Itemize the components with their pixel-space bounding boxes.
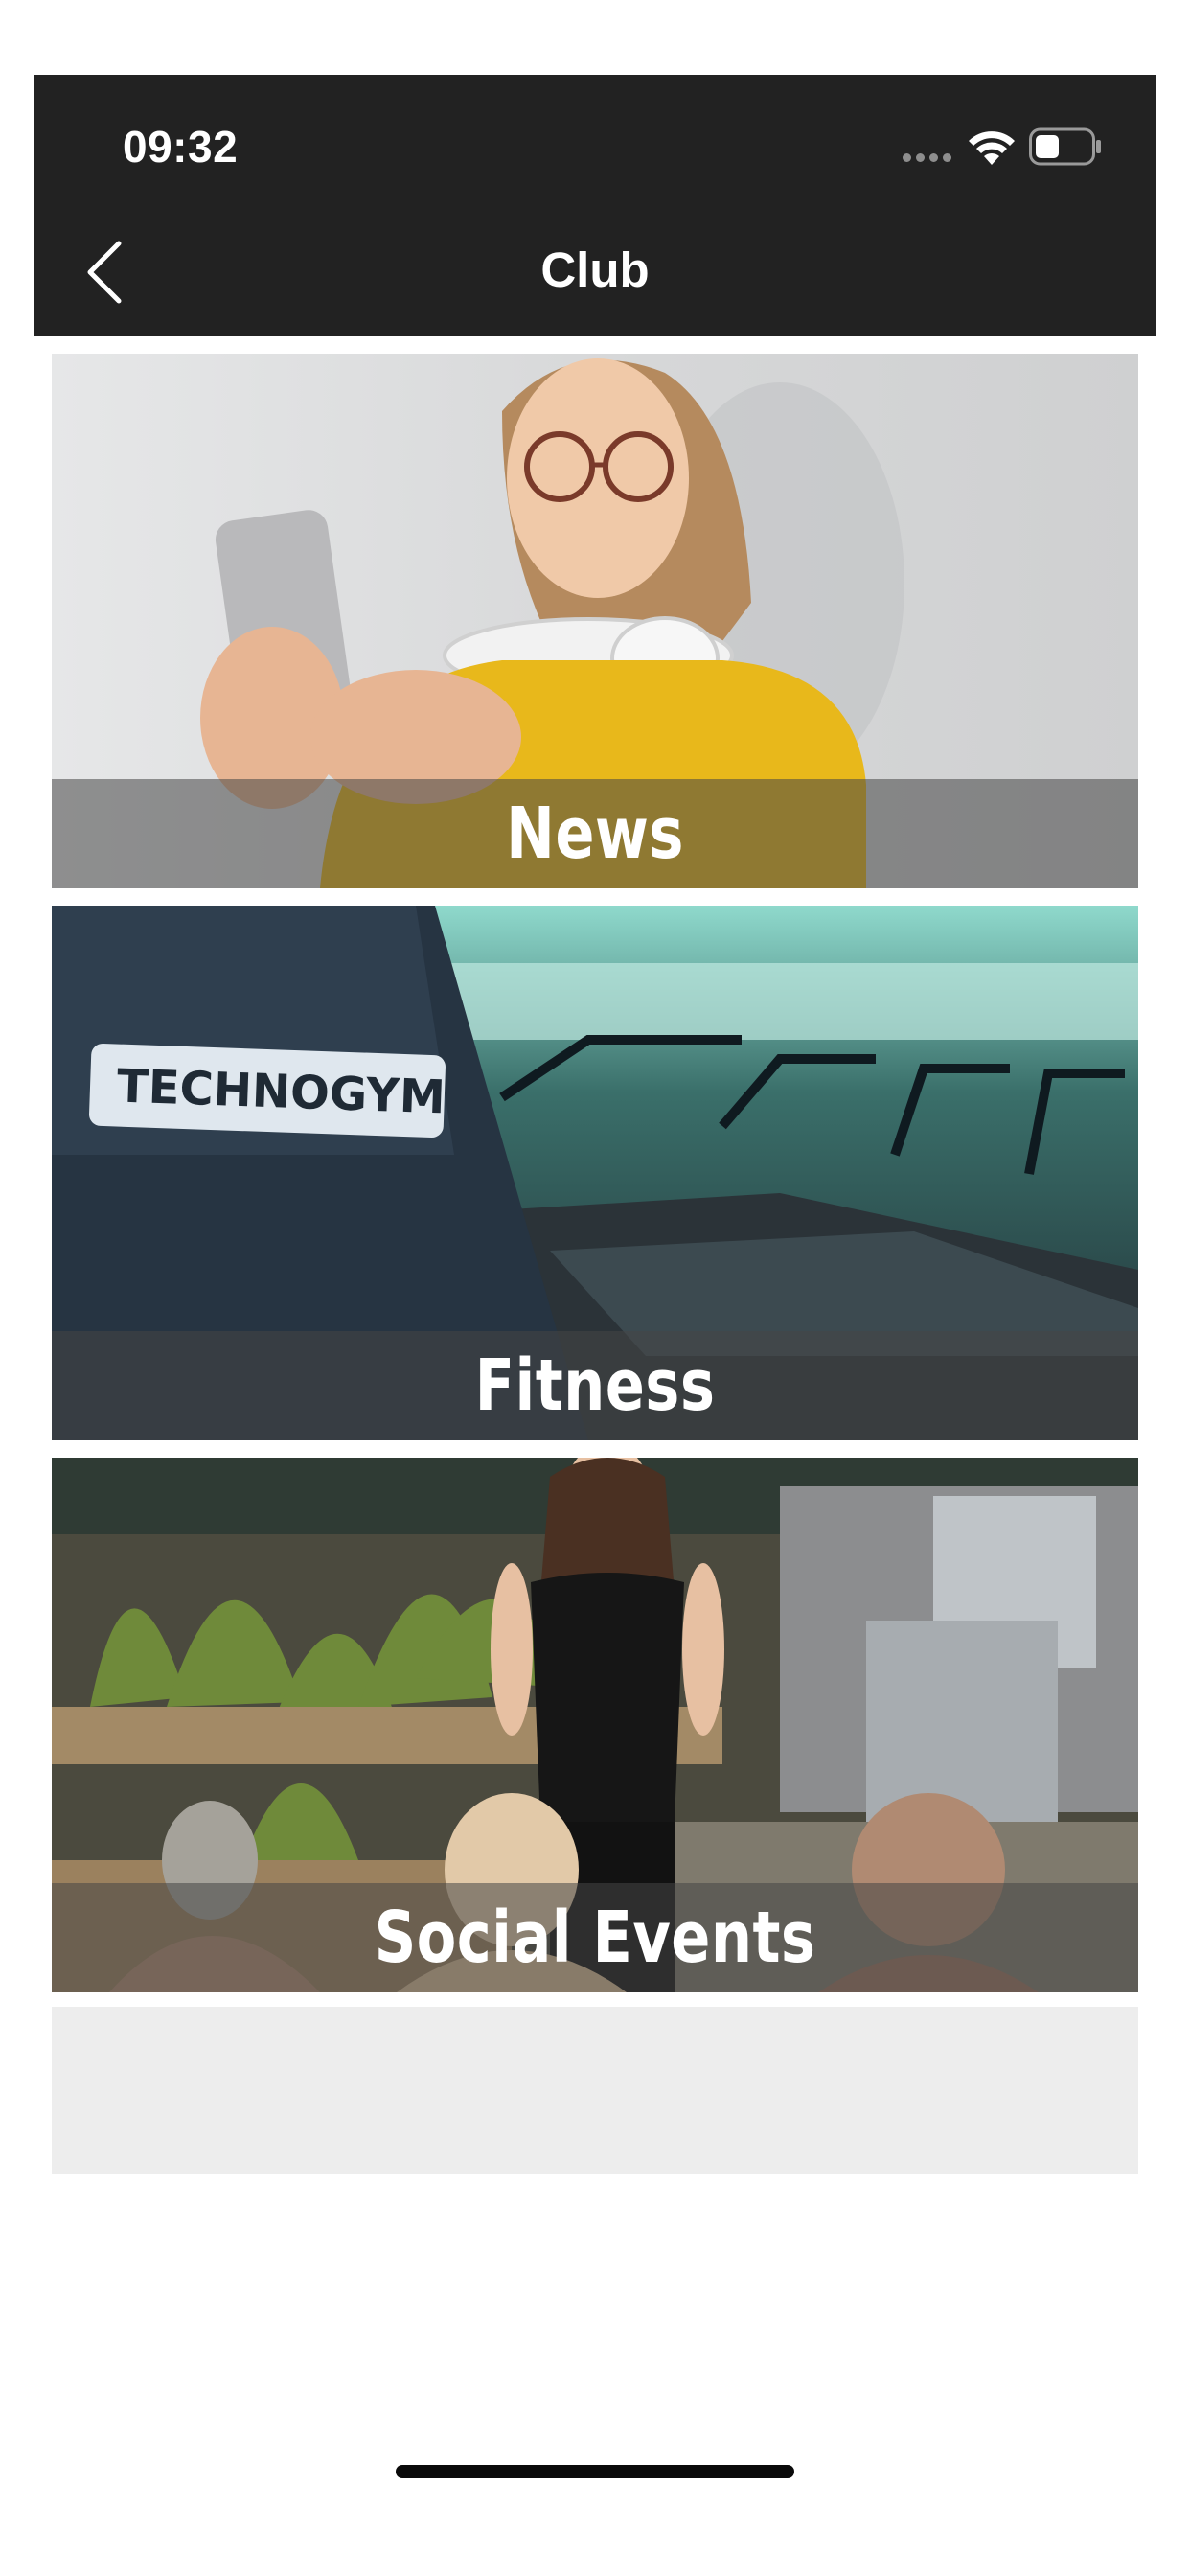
social-events-label: Social Events — [374, 1897, 816, 1979]
battery-icon — [1029, 127, 1101, 166]
page-title: Club — [540, 242, 650, 297]
app-header: 09:32 Club — [34, 75, 1156, 336]
social-events-tile[interactable]: Social Events — [52, 1458, 1138, 1992]
app-screen: 09:32 Club News TECHNOGYM Fitness Social… — [34, 75, 1156, 2576]
news-tile[interactable]: News — [52, 354, 1138, 888]
svg-text:TECHNOGYM: TECHNOGYM — [116, 1060, 446, 1125]
news-label: News — [506, 793, 684, 875]
home-indicator[interactable] — [396, 2465, 794, 2478]
cellular-signal-icon — [903, 153, 952, 163]
fitness-tile[interactable]: TECHNOGYM Fitness — [52, 906, 1138, 1440]
status-time: 09:32 — [123, 122, 239, 172]
fitness-label: Fitness — [474, 1345, 716, 1427]
empty-tile-placeholder — [52, 2007, 1138, 2174]
wifi-icon — [969, 131, 1015, 165]
